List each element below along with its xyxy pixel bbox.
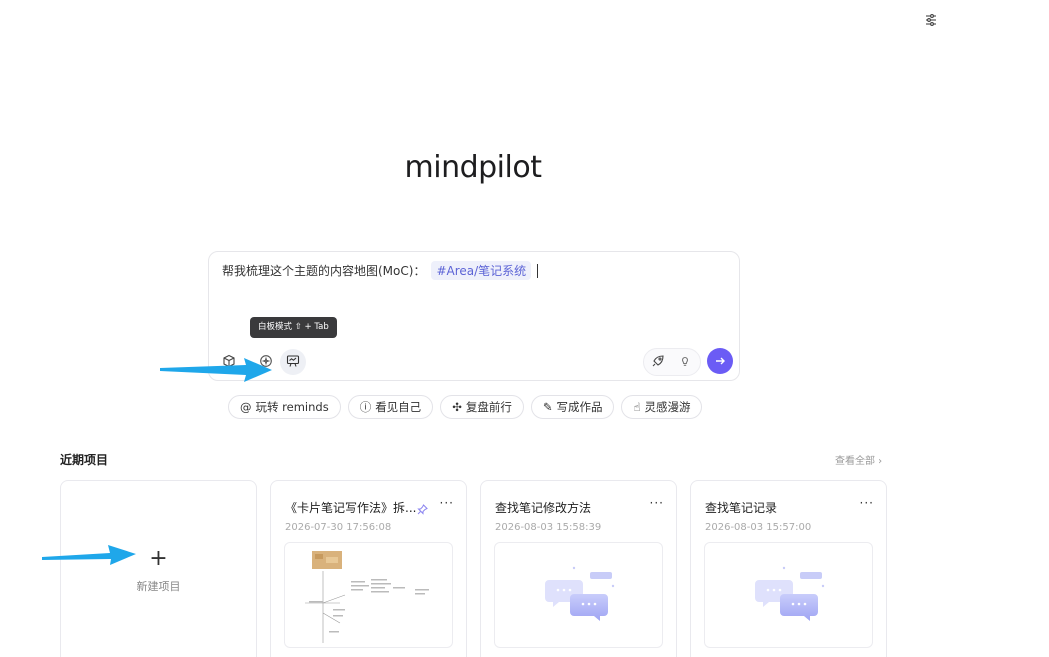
more-options-button[interactable]: ··· — [860, 496, 874, 510]
see-all-link[interactable]: 查看全部 › — [835, 452, 882, 467]
project-card[interactable]: 查找笔记记录 ··· 2026-08-03 15:57:00 — [690, 480, 887, 657]
project-thumbnail — [284, 542, 453, 648]
chip-write[interactable]: ✎ 写成作品 — [530, 395, 615, 419]
project-thumbnail — [704, 542, 873, 648]
bulb-button[interactable] — [672, 349, 698, 375]
project-title: 《卡片笔记写作法》拆... — [285, 501, 417, 515]
app-logo: mindpilot — [404, 150, 542, 185]
chip-label: 看见自己 — [375, 400, 422, 414]
project-title: 查找笔记记录 — [705, 501, 778, 515]
rocket-button[interactable] — [645, 349, 671, 375]
text-caret — [537, 263, 539, 278]
send-button[interactable] — [707, 348, 733, 374]
more-options-button[interactable]: ··· — [650, 496, 664, 510]
chat-bubbles-icon — [755, 566, 825, 621]
project-card[interactable]: 查找笔记修改方法 ··· 2026-08-03 15:58:39 — [480, 480, 677, 657]
pen-icon: ✎ — [542, 400, 553, 414]
chip-inspiration[interactable]: ☝ 灵感漫游 — [621, 395, 703, 419]
quick-actions: @ 玩转 reminds ⓘ 看见自己 ✣ 复盘前行 ✎ 写成作品 ☝ 灵感漫游 — [228, 395, 703, 419]
rocket-icon — [651, 353, 665, 372]
project-card[interactable]: 《卡片笔记写作法》拆... ··· 2026-07-30 17:56:08 — [270, 480, 467, 657]
prompt-text: 帮我梳理这个主题的内容地图(MoC)： — [222, 264, 426, 278]
chip-review[interactable]: ✣ 复盘前行 — [440, 395, 524, 419]
compass-icon: ✣ — [452, 400, 462, 414]
chip-see-self[interactable]: ⓘ 看见自己 — [347, 395, 434, 419]
recent-projects-title: 近期项目 — [60, 453, 109, 467]
chip-label: 玩转 reminds — [255, 400, 329, 414]
prompt-text-line[interactable]: 帮我梳理这个主题的内容地图(MoC)： #Area/笔记系统 — [222, 261, 539, 280]
arrow-right-icon — [714, 352, 726, 371]
new-project-label: 新建项目 — [136, 580, 181, 593]
chip-label: 灵感漫游 — [644, 400, 691, 414]
whiteboard-mode-tooltip: 白板模式 ⇧ + Tab — [250, 317, 337, 338]
project-date: 2026-07-30 17:56:08 — [285, 522, 392, 533]
chip-label: 写成作品 — [556, 400, 603, 414]
whiteboard-icon — [286, 353, 300, 372]
project-date: 2026-08-03 15:58:39 — [495, 522, 602, 533]
settings-sliders-icon[interactable] — [922, 11, 940, 29]
annotation-arrow-icon — [160, 358, 272, 382]
bulb-icon — [678, 353, 692, 372]
info-icon: ⓘ — [359, 400, 372, 414]
project-date: 2026-08-03 15:57:00 — [705, 522, 812, 533]
pin-icon[interactable] — [417, 500, 428, 519]
project-thumbnail — [494, 542, 663, 648]
chip-reminds[interactable]: @ 玩转 reminds — [228, 395, 341, 419]
more-options-button[interactable]: ··· — [440, 496, 454, 510]
pointer-icon: ☝ — [633, 400, 641, 414]
at-icon: @ — [240, 400, 252, 414]
annotation-arrow-icon — [42, 545, 136, 565]
whiteboard-mode-button[interactable] — [280, 349, 306, 375]
chat-bubbles-icon — [545, 566, 615, 621]
chip-label: 复盘前行 — [465, 400, 512, 414]
topic-tag[interactable]: #Area/笔记系统 — [431, 261, 532, 280]
project-title: 查找笔记修改方法 — [495, 501, 592, 515]
